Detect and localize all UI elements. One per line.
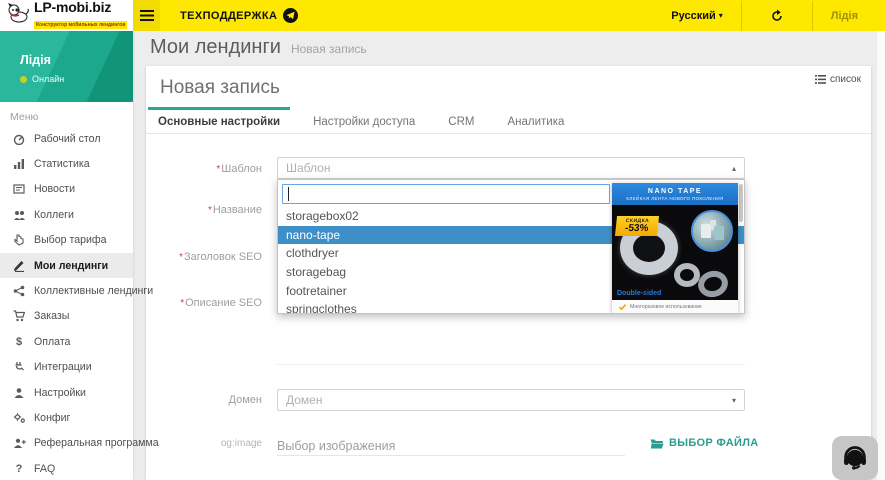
sidebar-item-settings[interactable]: Настройки — [0, 380, 133, 405]
template-preview-image: NANO TAPE КЛЕЙКАЯ ЛЕНТА НОВОГО ПОКОЛЕНИЯ… — [612, 183, 738, 313]
sidebar-item-faq[interactable]: ? FAQ — [0, 456, 133, 480]
tab-main-settings[interactable]: Основные настройки — [148, 107, 290, 133]
tariff-icon — [12, 234, 26, 246]
dashboard-icon — [12, 133, 26, 145]
hamburger-menu-button[interactable] — [133, 0, 160, 31]
choose-file-button[interactable]: ВЫБОР ФАЙЛА — [650, 437, 759, 449]
seo-description-label: *Описание SEO — [146, 297, 262, 309]
sidebar-item-orders[interactable]: Заказы — [0, 304, 133, 329]
tab-access-settings[interactable]: Настройки доступа — [303, 107, 425, 133]
tab-analytics[interactable]: Аналитика — [497, 107, 574, 133]
sidebar-item-statistics[interactable]: Статистика — [0, 151, 133, 176]
preview-title: NANO TAPE — [648, 188, 702, 195]
list-button[interactable]: список — [815, 74, 861, 85]
sidebar-item-integrations[interactable]: Интеграции — [0, 355, 133, 380]
support-label: ТЕХПОДДЕРЖКА — [180, 10, 277, 22]
sidebar-item-tariff[interactable]: Выбор тарифа — [0, 228, 133, 253]
support-button[interactable]: ТЕХПОДДЕРЖКА — [170, 0, 308, 31]
folder-icon — [650, 438, 664, 449]
preview-caption: Double-sided — [617, 290, 661, 297]
sidebar-item-collective-landings[interactable]: Коллективные лендинги — [0, 278, 133, 303]
tab-crm[interactable]: CRM — [438, 107, 484, 133]
language-label: Русский — [671, 10, 715, 22]
card-title: Новая запись — [160, 77, 280, 99]
refresh-button[interactable] — [742, 0, 812, 31]
seo-title-label: *Заголовок SEO — [146, 251, 262, 263]
profile-name: Лідія — [20, 53, 51, 67]
sidebar-item-referral[interactable]: Реферальная программа — [0, 431, 133, 456]
support-chat-button[interactable] — [832, 436, 878, 480]
sidebar: Лідія Онлайн Меню Рабочий стол Статистик… — [0, 31, 133, 480]
domain-label: Домен — [146, 394, 262, 406]
sidebar-item-my-landings[interactable]: Мои лендинги — [0, 253, 133, 278]
logo-title: LP-mobi.biz — [34, 1, 127, 13]
logo-subtitle: Конструктор мобильных лендингов — [34, 21, 127, 29]
topbar-username: Лідія — [831, 10, 858, 22]
profile-panel: Лідія Онлайн — [0, 31, 133, 102]
gears-icon — [12, 412, 26, 424]
preview-subtitle: КЛЕЙКАЯ ЛЕНТА НОВОГО ПОКОЛЕНИЯ — [626, 196, 723, 201]
telegram-icon — [283, 8, 298, 23]
sidebar-item-dashboard[interactable]: Рабочий стол — [0, 126, 133, 151]
colleagues-icon — [12, 209, 26, 221]
plug-icon — [12, 361, 26, 373]
chevron-down-icon: ▾ — [732, 396, 736, 405]
field-underline — [277, 364, 745, 365]
dog-logo-icon — [6, 1, 30, 30]
page-title: Мои лендинги — [150, 36, 281, 59]
sidebar-item-payment[interactable]: $ Оплата — [0, 329, 133, 354]
sidebar-item-config[interactable]: Конфиг — [0, 405, 133, 430]
question-icon: ? — [12, 463, 26, 475]
share-icon — [12, 285, 26, 297]
sidebar-item-colleagues[interactable]: Коллеги — [0, 202, 133, 227]
hamburger-icon — [140, 10, 154, 21]
template-select[interactable]: Шаблон ▴ — [277, 157, 745, 179]
template-dropdown: storagebox02 nano-tape clothdryer storag… — [277, 179, 745, 314]
language-selector[interactable]: Русский ▾ — [653, 0, 740, 31]
og-image-input[interactable] — [277, 436, 625, 456]
user-icon — [12, 387, 26, 399]
chevron-up-icon: ▴ — [732, 164, 736, 173]
online-status-dot — [20, 76, 27, 83]
my-landings-icon — [12, 260, 26, 272]
preview-inset-photo — [691, 210, 733, 252]
logo[interactable]: LP-mobi.biz Конструктор мобильных лендин… — [0, 0, 133, 31]
dropdown-scrollbar[interactable] — [739, 184, 743, 222]
online-status-label: Онлайн — [32, 74, 64, 84]
stats-icon — [12, 158, 26, 170]
og-image-label: og:image — [146, 438, 262, 449]
template-label: *Шаблон — [146, 163, 262, 175]
preview-feature: Многоразовое использование — [630, 304, 702, 310]
chevron-down-icon: ▾ — [719, 11, 723, 20]
page-scrollbar[interactable] — [876, 31, 885, 480]
topbar-user-button[interactable]: Лідія — [813, 0, 876, 31]
domain-select[interactable]: Домен ▾ — [277, 389, 745, 411]
cart-icon — [12, 310, 26, 322]
discount-badge: СКИДКА -53% — [615, 216, 659, 236]
name-label: *Название — [146, 204, 262, 216]
menu-section-label: Меню — [10, 111, 38, 123]
headset-icon — [841, 444, 869, 472]
text-cursor — [288, 187, 289, 201]
dollar-icon: $ — [12, 336, 26, 348]
user-plus-icon — [12, 437, 26, 449]
topbar: LP-mobi.biz Конструктор мобильных лендин… — [0, 0, 885, 31]
sidebar-item-news[interactable]: Новости — [0, 177, 133, 202]
breadcrumb: Новая запись — [291, 42, 367, 56]
check-icon — [619, 304, 626, 310]
tabs: Основные настройки Настройки доступа CRM… — [146, 107, 871, 134]
template-search-input[interactable] — [282, 184, 610, 204]
list-icon — [815, 75, 826, 84]
news-icon — [12, 183, 26, 195]
new-record-card: Новая запись список Основные настройки Н… — [146, 66, 871, 480]
refresh-icon — [770, 9, 784, 23]
sidebar-menu: Рабочий стол Статистика Новости Коллеги … — [0, 126, 133, 480]
